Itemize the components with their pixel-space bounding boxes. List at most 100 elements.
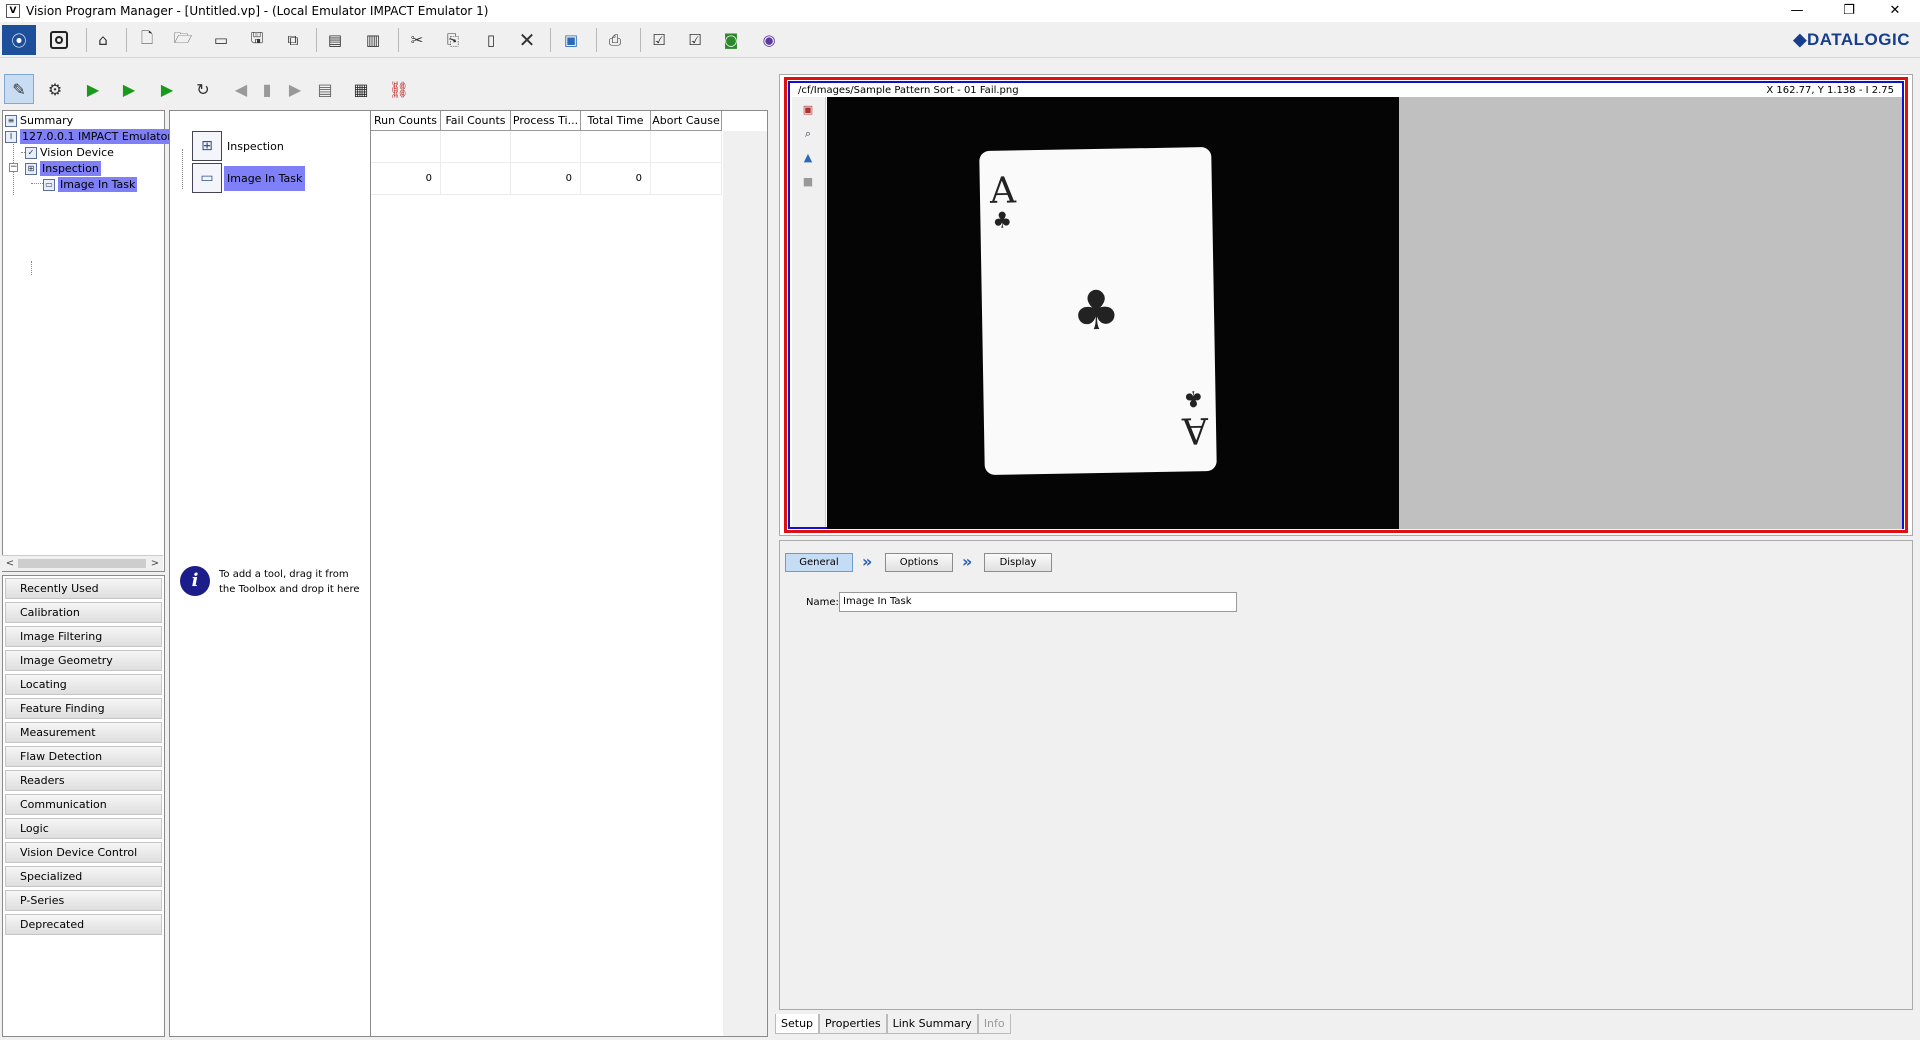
save-all-icon[interactable]: ⧉ xyxy=(280,27,306,53)
grey-box-icon[interactable]: ■ xyxy=(799,173,817,191)
card-suit-bottom: ♣ xyxy=(1183,385,1204,411)
project-tree: ≡ Summary I 127.0.0.1 IMPACT Emulator 1 … xyxy=(2,110,185,572)
category-image-geometry[interactable]: Image Geometry xyxy=(5,650,162,671)
category-recently-used[interactable]: Recently Used xyxy=(5,578,162,599)
table-row: 0 0 0 xyxy=(371,163,722,195)
tree-horizontal-scrollbar[interactable]: < > xyxy=(2,555,163,571)
viewer-toolbar: ▣ ⌕ ▲ ■ xyxy=(792,97,826,527)
column-process-time[interactable]: Process Ti... xyxy=(511,111,581,131)
category-vision-device-control[interactable]: Vision Device Control xyxy=(5,842,162,863)
copy-icon[interactable]: ⎘ xyxy=(440,27,466,53)
card-suit-top: ♣ xyxy=(992,208,1013,234)
collapse-inspection-icon[interactable]: − xyxy=(9,163,18,172)
open-folder-icon[interactable]: 🗁 xyxy=(170,27,196,53)
inspection-icon: ⊞ xyxy=(25,162,37,175)
column-fail-counts[interactable]: Fail Counts xyxy=(441,111,511,131)
stats-vertical-scrollbar[interactable] xyxy=(723,131,767,1036)
run-single-icon[interactable]: ▶ xyxy=(152,74,182,104)
scroll-right-icon[interactable]: > xyxy=(148,557,162,571)
category-readers[interactable]: Readers xyxy=(5,770,162,791)
run-once-icon[interactable]: ▶ xyxy=(114,74,144,104)
category-deprecated[interactable]: Deprecated xyxy=(5,914,162,935)
checklist-icon[interactable]: ☑ xyxy=(646,27,672,53)
viewer-frame: /cf/Images/Sample Pattern Sort - 01 Fail… xyxy=(788,81,1904,529)
category-locating[interactable]: Locating xyxy=(5,674,162,695)
link-icon[interactable]: ⛓ xyxy=(384,74,414,104)
image-viewer: /cf/Images/Sample Pattern Sort - 01 Fail… xyxy=(779,74,1913,536)
tab-properties[interactable]: Properties xyxy=(819,1014,887,1034)
connect-icon[interactable]: ⦿ xyxy=(2,25,36,55)
category-flaw-detection[interactable]: Flaw Detection xyxy=(5,746,162,767)
scroll-left-icon[interactable]: < xyxy=(3,557,17,571)
checklist-2-icon[interactable]: ☑ xyxy=(682,27,708,53)
paste-icon[interactable]: ▯ xyxy=(478,27,504,53)
help-icon[interactable]: ◙ xyxy=(718,27,744,53)
pause-icon[interactable]: ▮ xyxy=(252,74,282,104)
new-document-icon[interactable]: 🗋 xyxy=(134,27,160,53)
toolbox-panel: Recently Used Calibration Image Filterin… xyxy=(2,575,165,1037)
home-icon[interactable]: ⌂ xyxy=(90,27,116,53)
cursor-coordinates: X 162.77, Y 1.138 - I 2.75 xyxy=(1766,85,1894,96)
scroll-thumb[interactable] xyxy=(18,559,146,568)
camera-image: A ♣ ♣ ♣ A xyxy=(827,97,1399,529)
edit-mode-icon[interactable]: ✎ xyxy=(4,74,34,104)
reload-icon[interactable]: ↻ xyxy=(188,74,218,104)
close-button[interactable]: ✕ xyxy=(1872,0,1918,22)
category-logic[interactable]: Logic xyxy=(5,818,162,839)
cut-icon[interactable]: ✂ xyxy=(404,27,430,53)
viewer-fail-border: /cf/Images/Sample Pattern Sort - 01 Fail… xyxy=(784,77,1908,533)
category-p-series[interactable]: P-Series xyxy=(5,890,162,911)
step-forward-icon[interactable]: ▶ xyxy=(280,74,310,104)
tree-item-vision-device[interactable]: ✓ Vision Device xyxy=(25,145,114,160)
image-path: /cf/Images/Sample Pattern Sort - 01 Fail… xyxy=(798,85,1019,96)
tab-general[interactable]: General xyxy=(785,553,853,572)
tab-setup[interactable]: Setup xyxy=(775,1014,820,1034)
tree-item-image-in-task[interactable]: ▭ Image In Task xyxy=(43,177,138,192)
main-toolbar: ⦿ ⌂ 🗋 🗁 ▭ 🖫 ⧉ ▤ ▥ ✂ ⎘ ▯ ✕ ▣ ⎙ ☑ ☑ ◙ ◉ ◆D… xyxy=(0,22,1920,58)
tool-settings-icon[interactable]: ⚙ xyxy=(40,74,70,104)
tab-display[interactable]: Display xyxy=(984,553,1052,572)
tree-item-inspection[interactable]: ⊞ Inspection xyxy=(25,161,101,176)
export-icon[interactable]: ▥ xyxy=(360,27,386,53)
zoom-icon[interactable]: ⌕ xyxy=(799,125,817,143)
delete-icon[interactable]: ✕ xyxy=(514,27,540,53)
panel-divider[interactable] xyxy=(770,110,776,1037)
save-image-icon[interactable]: ▣ xyxy=(799,101,817,119)
column-run-counts[interactable]: Run Counts xyxy=(371,111,441,131)
stats-header: Run Counts Fail Counts Process Ti... Tot… xyxy=(371,111,722,131)
import-icon[interactable]: ▤ xyxy=(322,27,348,53)
tree-item-summary[interactable]: ≡ Summary xyxy=(5,113,73,128)
category-specialized[interactable]: Specialized xyxy=(5,866,162,887)
stack-icon[interactable]: ▤ xyxy=(310,74,340,104)
restore-button[interactable]: ❐ xyxy=(1826,0,1872,22)
about-icon[interactable]: ◉ xyxy=(756,27,782,53)
task-item-image-in-task[interactable]: ▭ Image In Task xyxy=(192,163,306,193)
stop-icon[interactable] xyxy=(46,27,72,53)
task-list-panel: ⊞ Inspection ▭ Image In Task i To add a … xyxy=(169,110,371,1037)
card-rank-bottom: A xyxy=(1181,409,1209,451)
category-communication[interactable]: Communication xyxy=(5,794,162,815)
category-measurement[interactable]: Measurement xyxy=(5,722,162,743)
category-feature-finding[interactable]: Feature Finding xyxy=(5,698,162,719)
inspection-image[interactable]: A ♣ ♣ ♣ A xyxy=(827,97,1902,529)
tab-link-summary[interactable]: Link Summary xyxy=(886,1014,978,1034)
task-item-inspection[interactable]: ⊞ Inspection xyxy=(192,131,287,161)
image-task-icon: ▭ xyxy=(43,178,55,191)
tab-info[interactable]: Info xyxy=(977,1014,1011,1034)
minimize-button[interactable]: — xyxy=(1774,0,1820,22)
counter-reset-icon[interactable]: ▦ xyxy=(346,74,376,104)
category-calibration[interactable]: Calibration xyxy=(5,602,162,623)
print-icon[interactable]: ⎙ xyxy=(602,27,628,53)
save-icon[interactable]: 🖫 xyxy=(244,27,270,53)
category-image-filtering[interactable]: Image Filtering xyxy=(5,626,162,647)
column-total-time[interactable]: Total Time xyxy=(581,111,651,131)
image-icon[interactable]: ▲ xyxy=(799,149,817,167)
name-field[interactable]: Image In Task xyxy=(839,592,1237,612)
tab-options[interactable]: Options xyxy=(885,553,953,572)
folder-icon[interactable]: ▭ xyxy=(208,27,234,53)
chevron-right-icon: » xyxy=(862,552,873,571)
tree-item-device[interactable]: I 127.0.0.1 IMPACT Emulator 1 xyxy=(5,129,185,144)
monitor-icon[interactable]: ▣ xyxy=(558,27,584,53)
column-abort-cause[interactable]: Abort Cause xyxy=(651,111,722,131)
run-icon[interactable]: ▶ xyxy=(78,74,108,104)
